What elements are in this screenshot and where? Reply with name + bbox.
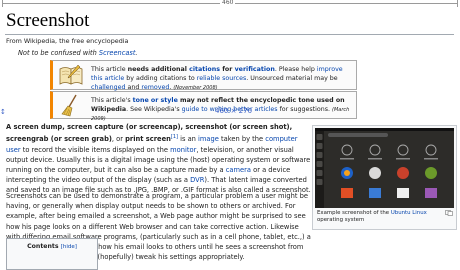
- ubuntu-screenshot-image[interactable]: [315, 128, 454, 208]
- dvr-link[interactable]: DVR: [190, 176, 204, 184]
- resize-cursor-icon: ↕: [0, 108, 6, 116]
- intro-paragraph: A screen dump, screen capture (or screen…: [6, 123, 311, 195]
- toc-title: Contents: [27, 243, 59, 250]
- camera-link[interactable]: camera: [226, 166, 251, 174]
- book-icon: [59, 64, 83, 85]
- page-title: Screenshot: [6, 10, 90, 31]
- tone-notice: This article's tone or style may not ref…: [50, 91, 357, 122]
- thumbnail-caption: Example screenshot of the Ubuntu Linux o…: [317, 210, 427, 223]
- site-sub: From Wikipedia, the free encyclopedia: [6, 37, 129, 45]
- ref-1-link[interactable]: [1]: [171, 134, 178, 140]
- citations-link[interactable]: citations: [189, 66, 220, 73]
- capture-size-overlay: 460 × 270: [215, 107, 253, 115]
- broom-icon: [61, 94, 77, 117]
- ruler-label: 460: [220, 0, 236, 6]
- image-link[interactable]: image: [198, 135, 219, 143]
- table-of-contents: Contents [hide]: [6, 238, 98, 270]
- toc-hide-link[interactable]: [hide]: [61, 244, 77, 250]
- verification-link[interactable]: verification: [235, 66, 275, 73]
- reliable-sources-link[interactable]: reliable sources: [197, 75, 247, 82]
- citation-notice: This article needs additional citations …: [50, 60, 357, 91]
- enlarge-icon[interactable]: [445, 210, 453, 216]
- ubuntu-link[interactable]: Ubuntu Linux: [391, 210, 427, 216]
- thumbnail-figure: Example screenshot of the Ubuntu Linux o…: [312, 125, 457, 230]
- hatnote: Not to be confused with Screencast.: [18, 49, 138, 57]
- top-ruler: 460: [0, 0, 460, 7]
- monitor-link[interactable]: monitor: [170, 146, 196, 154]
- title-divider: [5, 34, 454, 35]
- tone-style-link[interactable]: tone or style: [133, 97, 178, 104]
- screencast-link[interactable]: Screencast: [99, 49, 136, 57]
